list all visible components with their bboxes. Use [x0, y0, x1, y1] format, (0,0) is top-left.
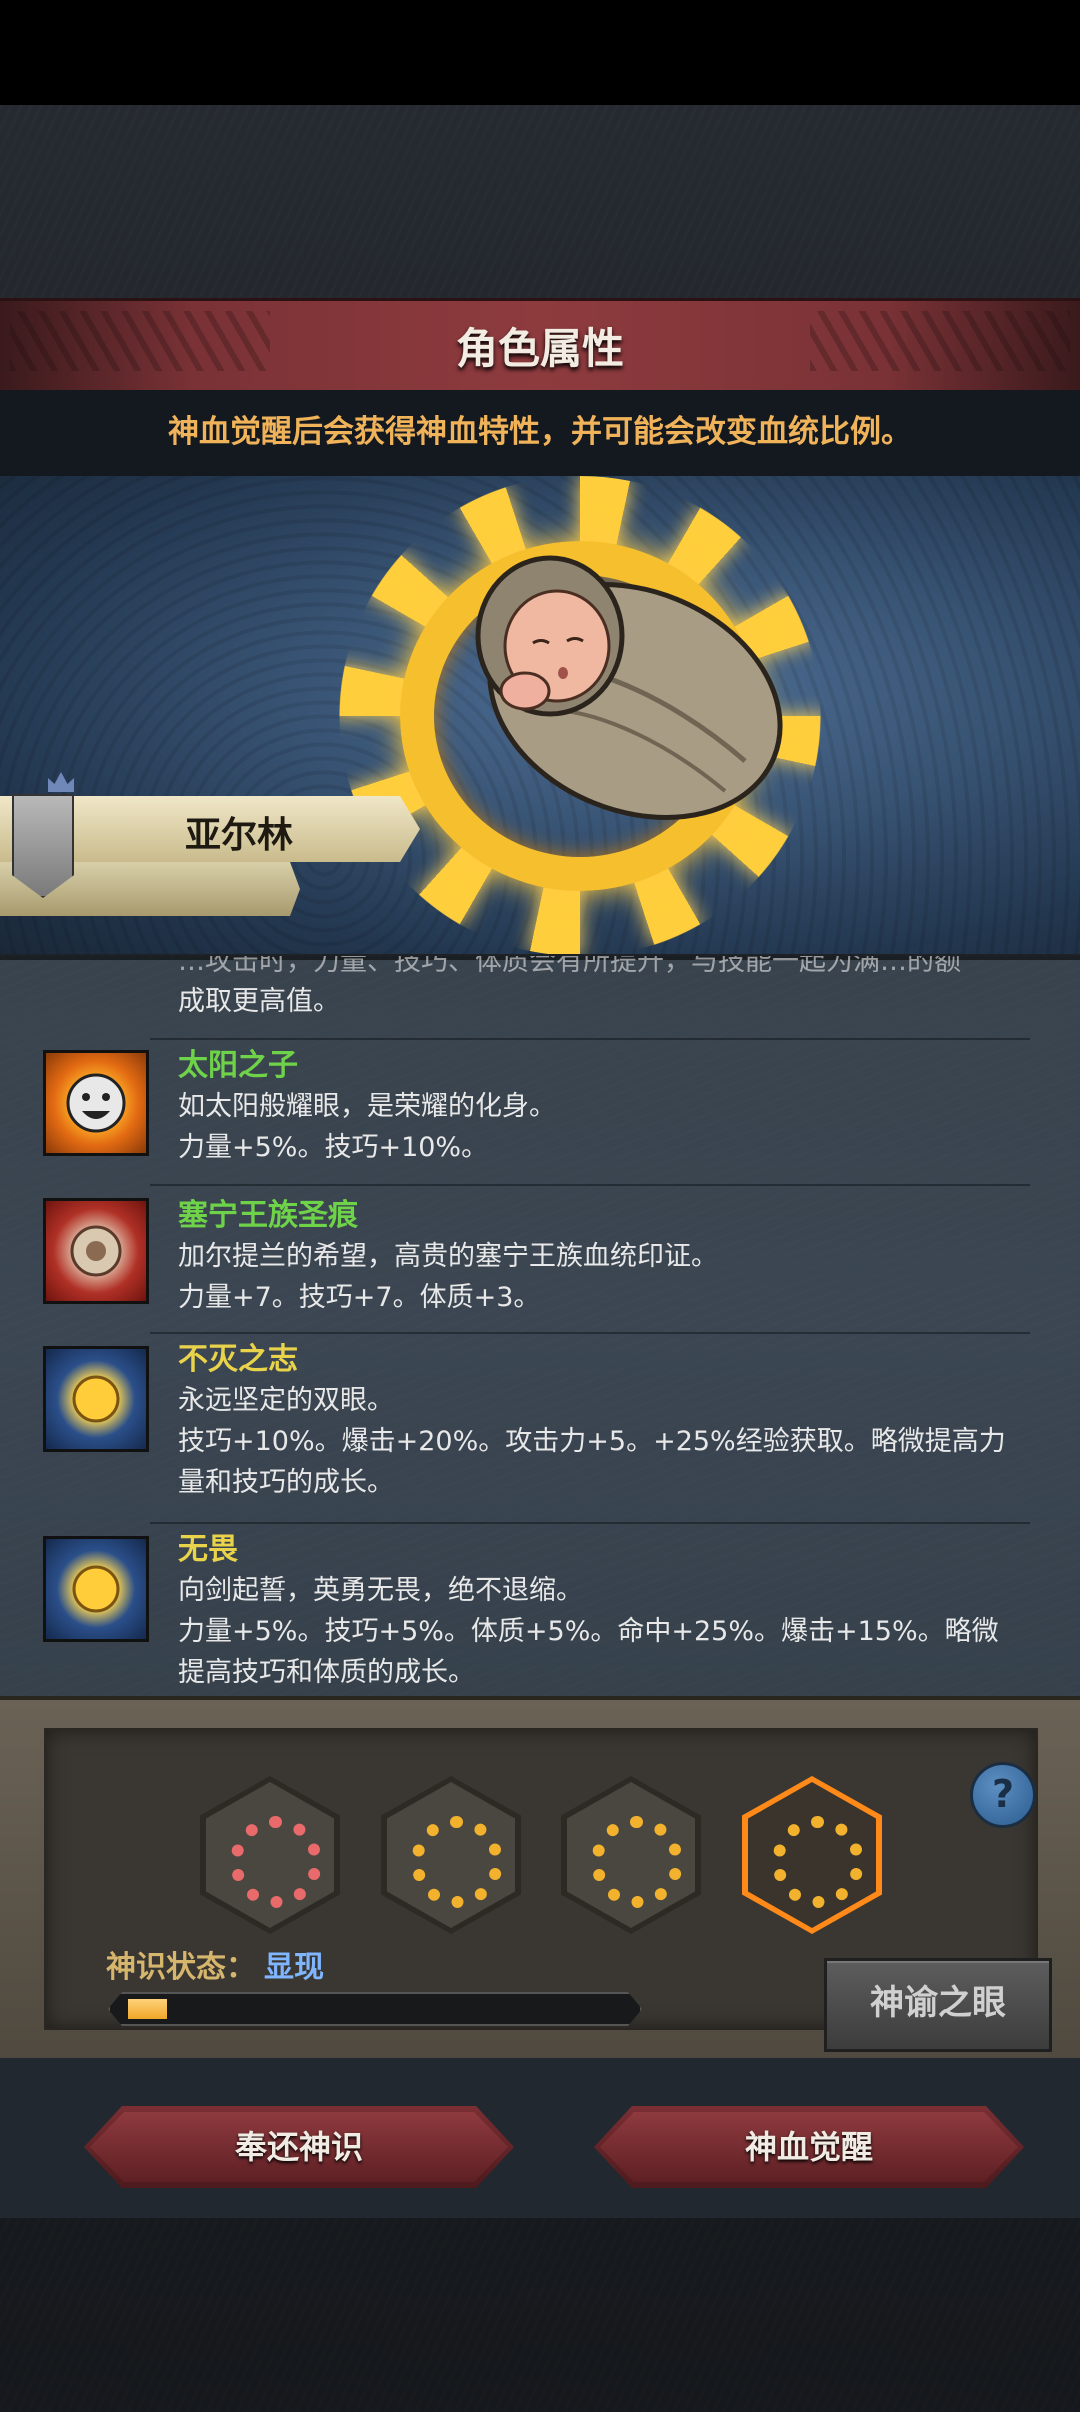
status-label: 神识状态： — [106, 1950, 256, 1985]
trait-desc: 向剑起誓，英勇无畏，绝不退缩。 力量+5%。技巧+5%。体质+5%。命中+25%… — [178, 1575, 999, 1688]
golden-sun-icon — [43, 1346, 149, 1452]
title-bar: 角色属性 — [0, 298, 1080, 393]
rune-slot-4[interactable] — [742, 1776, 882, 1934]
sun-emblem — [270, 476, 910, 954]
page-title: 角色属性 — [455, 324, 624, 373]
rune-slot-1[interactable] — [200, 1776, 340, 1934]
rune-slot-2[interactable] — [381, 1776, 521, 1934]
character-name: 亚尔林 — [185, 815, 294, 856]
swaddled-baby-portrait — [475, 555, 783, 820]
gold-sun-rune-icon — [591, 1816, 683, 1908]
status-value: 显现 — [264, 1950, 324, 1985]
bottom-action-bar: 奉还神识 神血觉醒 — [0, 2058, 1080, 2218]
return-divinity-button[interactable]: 奉还神识 — [84, 2106, 514, 2188]
awakening-panel: ? 神识状态： 显现 神谕之眼 — [0, 1696, 1080, 2062]
divider — [150, 1332, 1030, 1334]
awakening-progress-bar — [108, 1992, 642, 2026]
trait-name: 太阳之子 — [178, 1048, 298, 1083]
trait-desc: 永远坚定的双眼。 技巧+10%。爆击+20%。攻击力+5。+25%经验获取。略微… — [178, 1385, 1006, 1498]
trait-desc-cutoff-end: 成取更高值。 — [178, 986, 340, 1017]
royal-crest-icon — [43, 1198, 149, 1304]
trait-name: 塞宁王族圣痕 — [178, 1198, 358, 1233]
divider — [150, 1038, 1030, 1040]
rune-slot-3[interactable] — [561, 1776, 701, 1934]
trait-desc: 如太阳般耀眼，是荣耀的化身。 力量+5%。技巧+10%。 — [178, 1091, 556, 1163]
character-portrait-area: 亚尔林 — [0, 476, 1080, 954]
status-bar-area — [0, 0, 1080, 105]
character-attributes-panel: 角色属性 神血觉醒后会获得神血特性，并可能会改变血统比例。 亚尔林 …攻击时，力… — [0, 298, 1080, 2218]
help-icon[interactable]: ? — [970, 1762, 1036, 1828]
progress-fill — [128, 1999, 167, 2019]
smiling-sun-icon — [43, 1050, 149, 1156]
trait-name: 不灭之志 — [178, 1342, 298, 1377]
hint-text: 神血觉醒后会获得神血特性，并可能会改变血统比例。 — [0, 390, 1080, 476]
oracle-eye-button[interactable]: 神谕之眼 — [824, 1958, 1052, 2052]
gold-sun-rune-icon — [411, 1816, 503, 1908]
gold-sun-rune-icon — [772, 1816, 864, 1908]
divider — [150, 1522, 1030, 1524]
trait-name: 无畏 — [178, 1532, 238, 1567]
trait-desc-cutoff: …攻击时，力量、技巧、体质会有所提升，与技能一起为满…的额 — [178, 956, 961, 977]
awakening-inner: ? 神识状态： 显现 神谕之眼 — [44, 1728, 1052, 2052]
blood-awaken-button[interactable]: 神血觉醒 — [594, 2106, 1024, 2188]
golden-sun-icon — [43, 1536, 149, 1642]
traits-list[interactable]: …攻击时，力量、技巧、体质会有所提升，与技能一起为满…的额 成取更高值。 太阳之… — [0, 956, 1080, 1696]
divider — [150, 1184, 1030, 1186]
red-sun-rune-icon — [230, 1816, 322, 1908]
trait-desc: 加尔提兰的希望，高贵的塞宁王族血统印证。 力量+7。技巧+7。体质+3。 — [178, 1241, 718, 1313]
